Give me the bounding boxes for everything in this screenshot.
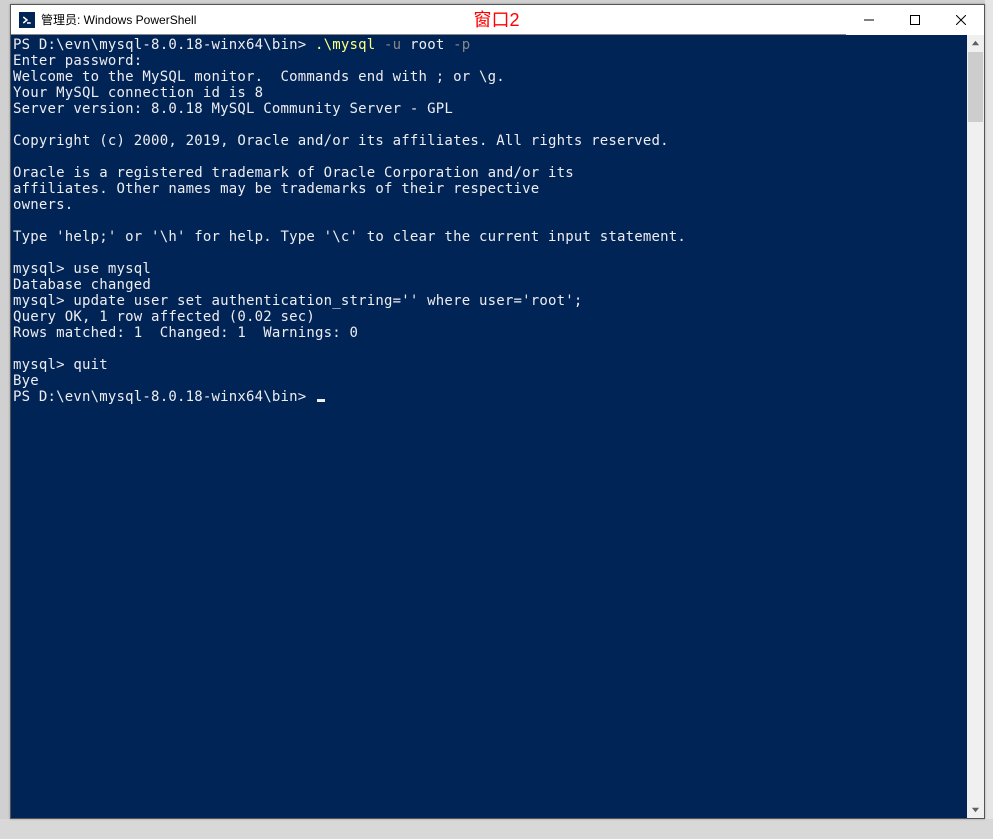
terminal-output[interactable]: PS D:\evn\mysql-8.0.18-winx64\bin> .\mys… xyxy=(11,35,967,818)
output-line: mysql> use mysql xyxy=(13,261,151,277)
flag-p: -p xyxy=(453,37,470,53)
titlebar[interactable]: 管理员: Windows PowerShell xyxy=(11,5,984,35)
output-line: Copyright (c) 2000, 2019, Oracle and/or … xyxy=(13,133,669,149)
scroll-thumb[interactable] xyxy=(968,52,983,122)
window-title: 管理员: Windows PowerShell xyxy=(41,11,196,28)
close-button[interactable] xyxy=(938,5,984,35)
output-line: Rows matched: 1 Changed: 1 Warnings: 0 xyxy=(13,325,358,341)
powershell-window: 管理员: Windows PowerShell PS D:\evn\mysql-… xyxy=(10,4,985,819)
minimize-button[interactable] xyxy=(846,5,892,35)
maximize-button[interactable] xyxy=(892,5,938,35)
cmd-mysql: .\mysql xyxy=(315,37,384,53)
output-line: Your MySQL connection id is 8 xyxy=(13,85,263,101)
vertical-scrollbar[interactable] xyxy=(967,35,984,818)
scroll-up-button[interactable] xyxy=(967,35,984,52)
prompt-line-1: PS D:\evn\mysql-8.0.18-winx64\bin> xyxy=(13,37,315,53)
output-line: Oracle is a registered trademark of Orac… xyxy=(13,165,574,181)
terminal-cursor xyxy=(317,399,325,402)
output-line: Welcome to the MySQL monitor. Commands e… xyxy=(13,69,505,85)
output-line: affiliates. Other names may be trademark… xyxy=(13,181,539,197)
output-line: owners. xyxy=(13,197,73,213)
scroll-track[interactable] xyxy=(967,52,984,801)
output-line: Database changed xyxy=(13,277,151,293)
scroll-down-button[interactable] xyxy=(967,801,984,818)
client-area: PS D:\evn\mysql-8.0.18-winx64\bin> .\mys… xyxy=(11,35,984,818)
output-line: Type 'help;' or '\h' for help. Type '\c'… xyxy=(13,229,686,245)
output-line: Bye xyxy=(13,373,39,389)
output-line: Enter password: xyxy=(13,53,142,69)
prompt-line-final: PS D:\evn\mysql-8.0.18-winx64\bin> xyxy=(13,389,315,405)
bottom-strip xyxy=(0,819,993,839)
output-line: Query OK, 1 row affected (0.02 sec) xyxy=(13,309,315,325)
powershell-icon xyxy=(19,12,35,28)
right-edge xyxy=(985,0,993,839)
output-line: mysql> quit xyxy=(13,357,108,373)
output-line: mysql> update user set authentication_st… xyxy=(13,293,583,309)
output-line: Server version: 8.0.18 MySQL Community S… xyxy=(13,101,453,117)
flag-u: -u xyxy=(384,37,401,53)
arg-root: root xyxy=(401,37,453,53)
